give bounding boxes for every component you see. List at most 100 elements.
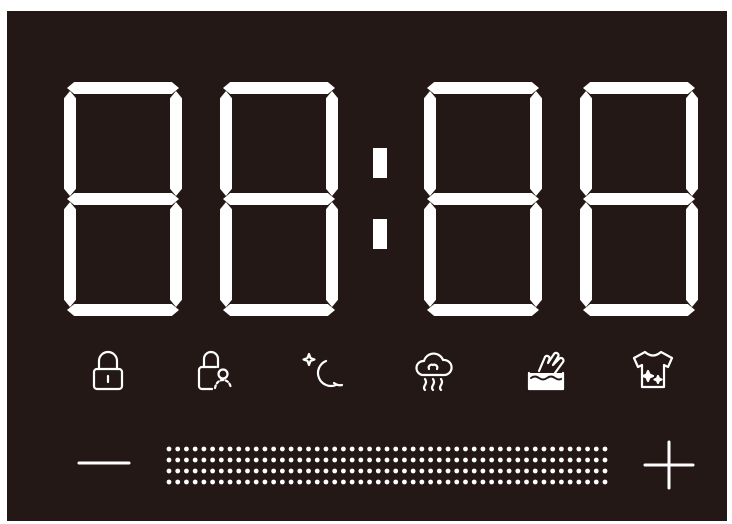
level-dot xyxy=(341,457,346,463)
level-dot xyxy=(480,457,486,463)
level-dot xyxy=(253,468,259,474)
segment-d xyxy=(583,304,695,316)
level-dot xyxy=(341,446,346,452)
level-dot xyxy=(332,468,338,474)
level-dot xyxy=(524,468,529,474)
level-dot xyxy=(210,468,215,474)
level-dot xyxy=(541,468,547,474)
tshirt-sparkle-icon xyxy=(632,350,674,389)
level-dot xyxy=(524,446,529,452)
level-dot xyxy=(245,446,250,452)
decrease-button[interactable] xyxy=(73,441,137,485)
hand-wash-button[interactable] xyxy=(521,345,571,395)
level-dot xyxy=(567,457,573,463)
lock-button[interactable] xyxy=(83,345,133,395)
level-dot xyxy=(192,446,198,452)
level-dot xyxy=(192,479,198,485)
level-dot xyxy=(166,479,172,485)
level-dot xyxy=(262,457,268,463)
level-dot xyxy=(184,468,189,474)
segment-d xyxy=(427,304,539,316)
level-dot xyxy=(201,457,207,463)
level-dot xyxy=(454,468,460,474)
segment-g xyxy=(67,193,179,205)
level-dot xyxy=(532,457,538,463)
level-dot xyxy=(515,479,521,485)
level-dot xyxy=(419,446,425,452)
level-dot xyxy=(506,479,512,485)
level-dot xyxy=(393,457,399,463)
level-dot xyxy=(393,446,399,452)
level-dot xyxy=(314,446,320,452)
level-dot xyxy=(480,468,486,474)
level-dot xyxy=(314,479,320,485)
level-dot xyxy=(175,446,181,452)
clothes-button[interactable] xyxy=(628,345,678,395)
digit-4 xyxy=(580,82,698,316)
level-dot xyxy=(262,479,268,485)
level-dot xyxy=(236,457,242,463)
level-dot xyxy=(358,446,364,452)
level-dot xyxy=(506,446,512,452)
level-dot xyxy=(585,446,590,452)
level-dot xyxy=(532,468,538,474)
level-dot xyxy=(524,457,529,463)
level-dot xyxy=(314,457,320,463)
level-dot xyxy=(323,446,329,452)
level-dot xyxy=(279,468,285,474)
segment-a xyxy=(67,82,179,94)
level-dot xyxy=(602,468,608,474)
level-dot xyxy=(323,468,329,474)
level-dot xyxy=(576,468,582,474)
level-dot xyxy=(341,479,346,485)
level-dot xyxy=(384,446,390,452)
increase-button[interactable] xyxy=(637,437,703,493)
level-dot xyxy=(227,479,233,485)
hand-wash-icon xyxy=(527,351,565,391)
level-dot xyxy=(515,457,521,463)
level-dot xyxy=(297,457,303,463)
level-dot xyxy=(419,468,425,474)
level-dot xyxy=(550,468,556,474)
level-dot xyxy=(463,446,468,452)
level-dot xyxy=(332,479,338,485)
segment-a xyxy=(223,82,335,94)
level-dot xyxy=(593,468,599,474)
level-dot xyxy=(480,479,486,485)
level-dot xyxy=(471,479,477,485)
segment-g xyxy=(583,193,695,205)
level-dot xyxy=(593,479,599,485)
level-dot xyxy=(602,457,608,463)
level-dot xyxy=(559,479,564,485)
level-dot xyxy=(550,446,556,452)
level-dot xyxy=(532,479,538,485)
child-lock-button[interactable] xyxy=(190,345,240,395)
level-dot xyxy=(410,468,416,474)
level-dot xyxy=(489,479,495,485)
segment-c xyxy=(326,202,338,307)
digit-1 xyxy=(64,82,182,316)
level-dot xyxy=(515,446,521,452)
segment-f xyxy=(64,91,76,196)
night-mode-button[interactable] xyxy=(296,345,346,395)
segment-g xyxy=(223,193,335,205)
level-dot xyxy=(271,479,277,485)
level-dot xyxy=(245,457,250,463)
level-dot xyxy=(288,479,294,485)
level-dot xyxy=(288,468,294,474)
level-dot xyxy=(166,468,172,474)
level-dot xyxy=(210,446,215,452)
level-dot xyxy=(349,446,355,452)
level-dot xyxy=(497,479,503,485)
level-dot xyxy=(218,468,224,474)
level-dot xyxy=(436,479,442,485)
level-dot xyxy=(218,446,224,452)
level-dot xyxy=(271,446,277,452)
level-dot xyxy=(567,479,573,485)
level-dot xyxy=(358,468,364,474)
level-dot xyxy=(288,446,294,452)
segment-b xyxy=(170,91,182,196)
rain-mode-button[interactable] xyxy=(409,345,459,395)
level-dot xyxy=(236,468,242,474)
level-dot xyxy=(184,457,189,463)
